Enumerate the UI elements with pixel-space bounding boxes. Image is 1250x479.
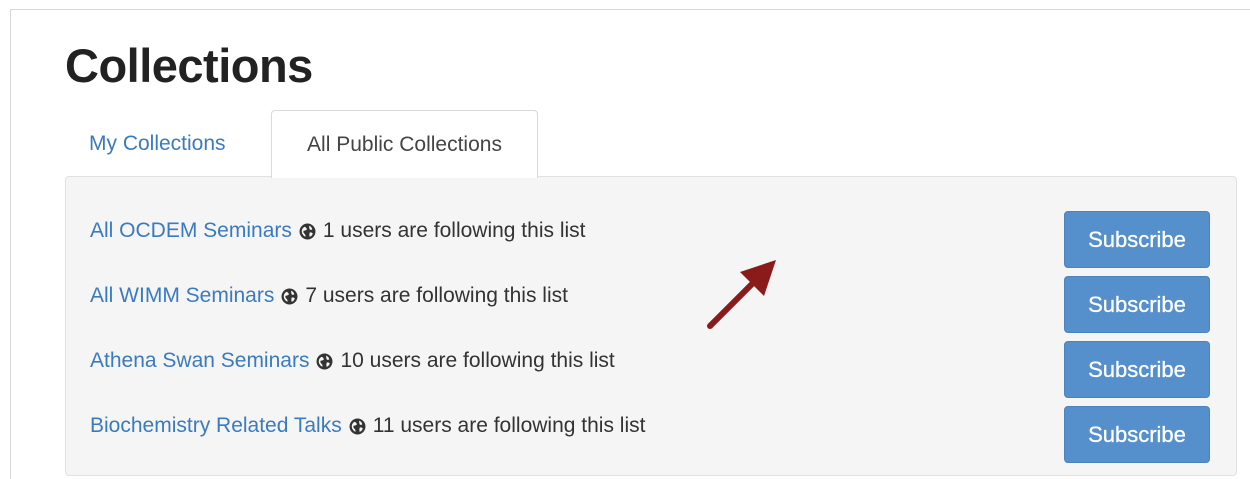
- list-item: Biochemistry Related Talks 11 users are …: [90, 406, 1210, 464]
- collection-info: All OCDEM Seminars 1 users are following…: [90, 219, 586, 243]
- followers-text: 1 users are following this list: [322, 219, 586, 242]
- followers-text: 7 users are following this list: [305, 284, 568, 307]
- followers-text: 11 users are following this list: [372, 414, 646, 437]
- tab-my-collections[interactable]: My Collections: [89, 110, 226, 177]
- subscribe-button[interactable]: Subscribe: [1064, 406, 1210, 463]
- annotation-arrow-icon: [707, 260, 776, 329]
- list-item: All WIMM Seminars 7 users are following …: [90, 276, 1210, 334]
- page-title: Collections: [65, 39, 313, 92]
- globe-icon: [299, 223, 316, 239]
- collection-link[interactable]: Biochemistry Related Talks: [90, 414, 342, 438]
- tab-all-public-collections[interactable]: All Public Collections: [271, 110, 538, 178]
- subscribe-button[interactable]: Subscribe: [1064, 276, 1210, 333]
- collection-link[interactable]: All OCDEM Seminars: [90, 219, 292, 243]
- globe-icon: [281, 288, 298, 304]
- collection-info: All WIMM Seminars 7 users are following …: [90, 284, 568, 308]
- subscribe-button[interactable]: Subscribe: [1064, 341, 1210, 398]
- collection-link[interactable]: Athena Swan Seminars: [90, 349, 309, 373]
- globe-icon: [349, 418, 366, 434]
- list-item: Athena Swan Seminars 10 users are follow…: [90, 341, 1210, 399]
- followers-text: 10 users are following this list: [340, 349, 615, 372]
- globe-icon: [317, 353, 333, 369]
- collections-panel: All OCDEM Seminars 1 users are following…: [65, 176, 1237, 476]
- collection-info: Biochemistry Related Talks 11 users are …: [90, 414, 645, 438]
- collection-tabs: My Collections All Public Collections: [65, 110, 1250, 178]
- subscribe-button[interactable]: Subscribe: [1064, 211, 1210, 268]
- list-item: All OCDEM Seminars 1 users are following…: [90, 211, 1210, 269]
- collection-info: Athena Swan Seminars 10 users are follow…: [90, 349, 615, 373]
- collection-link[interactable]: All WIMM Seminars: [90, 284, 274, 308]
